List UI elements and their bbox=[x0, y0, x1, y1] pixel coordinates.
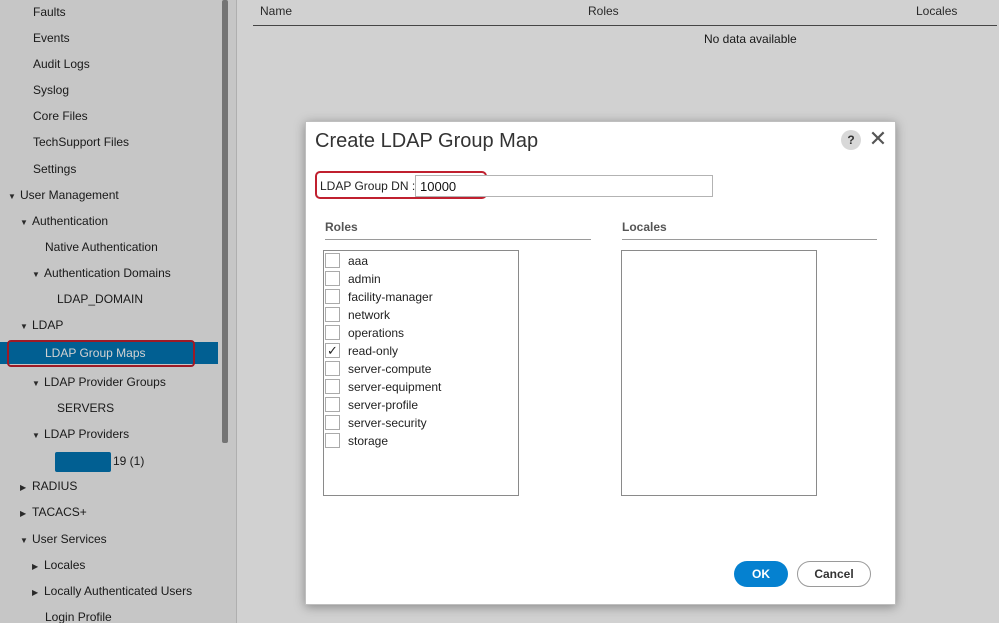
help-icon[interactable]: ? bbox=[841, 130, 861, 150]
role-label: facility-manager bbox=[348, 290, 433, 304]
checkbox[interactable] bbox=[325, 379, 340, 394]
role-item-operations[interactable]: operations bbox=[324, 325, 514, 343]
role-item-facility-manager[interactable]: facility-manager bbox=[324, 289, 514, 307]
checkbox[interactable] bbox=[325, 289, 340, 304]
role-item-server-security[interactable]: server-security bbox=[324, 415, 514, 433]
role-label: server-equipment bbox=[348, 380, 442, 394]
roles-section-divider bbox=[325, 239, 591, 240]
ok-button[interactable]: OK bbox=[734, 561, 788, 587]
close-icon[interactable]: ✕ bbox=[868, 128, 888, 150]
role-item-storage[interactable]: storage bbox=[324, 433, 514, 451]
role-label: aaa bbox=[348, 254, 369, 268]
checkbox[interactable] bbox=[325, 397, 340, 412]
role-label: admin bbox=[348, 272, 381, 286]
role-item-server-equipment[interactable]: server-equipment bbox=[324, 379, 514, 397]
ldap-group-dn-input[interactable] bbox=[415, 175, 713, 197]
checkbox[interactable] bbox=[325, 361, 340, 376]
create-ldap-group-map-dialog: Create LDAP Group Map ? ✕ LDAP Group DN … bbox=[305, 121, 896, 605]
role-label: storage bbox=[348, 434, 389, 448]
role-item-aaa[interactable]: aaa bbox=[324, 253, 514, 271]
checkbox[interactable] bbox=[325, 271, 340, 286]
role-item-network[interactable]: network bbox=[324, 307, 514, 325]
locales-section-divider bbox=[622, 239, 877, 240]
dialog-title: Create LDAP Group Map bbox=[315, 130, 539, 152]
locales-section-title: Locales bbox=[622, 220, 667, 234]
role-label: server-compute bbox=[348, 362, 432, 376]
role-item-server-profile[interactable]: server-profile bbox=[324, 397, 514, 415]
role-label: operations bbox=[348, 326, 405, 340]
cancel-button[interactable]: Cancel bbox=[797, 561, 871, 587]
locales-list[interactable] bbox=[621, 250, 817, 496]
roles-list[interactable]: aaa admin facility-manager network opera… bbox=[323, 250, 519, 496]
role-item-server-compute[interactable]: server-compute bbox=[324, 361, 514, 379]
checkbox[interactable] bbox=[325, 253, 340, 268]
checkbox[interactable] bbox=[325, 433, 340, 448]
role-label: network bbox=[348, 308, 391, 322]
role-item-read-only[interactable]: ✓ read-only bbox=[324, 343, 514, 361]
roles-section-title: Roles bbox=[325, 220, 358, 234]
checkbox[interactable] bbox=[325, 325, 340, 340]
checkbox[interactable] bbox=[325, 307, 340, 322]
role-label: read-only bbox=[348, 344, 399, 358]
role-label: server-security bbox=[348, 416, 427, 430]
ldap-group-dn-label: LDAP Group DN : bbox=[320, 179, 416, 193]
checkbox-checked[interactable]: ✓ bbox=[325, 343, 340, 358]
role-item-admin[interactable]: admin bbox=[324, 271, 514, 289]
role-label: server-profile bbox=[348, 398, 419, 412]
checkbox[interactable] bbox=[325, 415, 340, 430]
